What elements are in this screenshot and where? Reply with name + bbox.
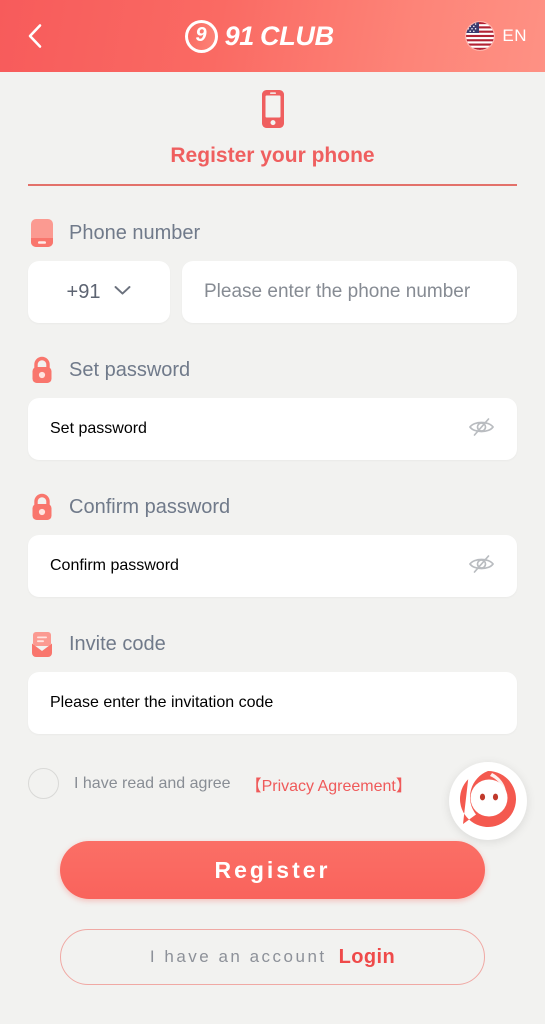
- brand-mark-char: 9: [195, 24, 207, 46]
- title-divider: [28, 184, 517, 186]
- register-screen: 9 91 CLUB EN Register your phone Phone n…: [0, 0, 545, 1024]
- lock-icon: [28, 355, 56, 385]
- password-placeholder: Set password: [50, 420, 147, 437]
- app-header: 9 91 CLUB EN: [0, 0, 545, 72]
- confirm-password-label-row: Confirm password: [28, 492, 517, 522]
- phone-label: Phone number: [69, 221, 201, 244]
- phone-input-row: +91 Please enter the phone number: [28, 261, 517, 323]
- password-label-row: Set password: [28, 355, 517, 385]
- language-switcher[interactable]: EN: [466, 22, 527, 50]
- page-title: Register your phone: [170, 144, 375, 167]
- chevron-left-icon: [27, 23, 43, 49]
- confirm-password-label: Confirm password: [69, 495, 231, 518]
- lock-icon: [28, 492, 56, 522]
- invite-code-input[interactable]: Please enter the invitation code: [28, 672, 517, 734]
- phone-icon: [28, 218, 56, 248]
- chevron-down-icon: [114, 283, 131, 301]
- invite-code-placeholder: Please enter the invitation code: [50, 694, 274, 711]
- password-label: Set password: [69, 358, 191, 381]
- envelope-icon: [28, 629, 56, 659]
- eye-off-icon[interactable]: [468, 416, 495, 443]
- login-lead-text: I have an account: [149, 947, 327, 966]
- privacy-agreement-link[interactable]: 【Privacy Agreement】: [246, 772, 412, 796]
- language-label: EN: [502, 26, 527, 45]
- register-button-label: Register: [214, 856, 331, 883]
- us-flag-icon: [466, 22, 495, 50]
- brand-text: 91 CLUB: [224, 20, 335, 52]
- phone-label-row: Phone number: [28, 218, 517, 248]
- back-button[interactable]: [18, 19, 52, 53]
- login-link-text: Login: [338, 945, 396, 968]
- password-input[interactable]: Set password: [28, 398, 517, 460]
- register-button[interactable]: Register: [60, 841, 485, 899]
- login-button[interactable]: I have an account Login: [60, 929, 485, 985]
- invite-label: Invite code: [69, 632, 166, 655]
- invite-label-row: Invite code: [28, 629, 517, 659]
- register-form: Phone number +91 Please enter the phone …: [0, 218, 545, 734]
- country-code-select[interactable]: +91: [28, 261, 170, 323]
- agreement-text: I have read and agree: [74, 774, 231, 792]
- brand-name: 91: [224, 20, 255, 51]
- chat-support-icon: [456, 767, 520, 836]
- title-section: Register your phone: [0, 72, 545, 186]
- mobile-phone-icon: [257, 88, 289, 135]
- support-chat-button[interactable]: [449, 762, 527, 840]
- brand-mark-icon: 9: [184, 19, 218, 53]
- eye-off-icon[interactable]: [468, 553, 495, 580]
- country-code-value: +91: [66, 280, 101, 303]
- confirm-password-placeholder: Confirm password: [50, 557, 179, 574]
- phone-number-placeholder: Please enter the phone number: [204, 281, 471, 302]
- agreement-checkbox[interactable]: [28, 768, 59, 799]
- phone-number-input[interactable]: Please enter the phone number: [182, 261, 517, 323]
- confirm-password-input[interactable]: Confirm password: [28, 535, 517, 597]
- brand-suffix: CLUB: [260, 20, 334, 51]
- brand-logo: 9 91 CLUB: [184, 19, 335, 53]
